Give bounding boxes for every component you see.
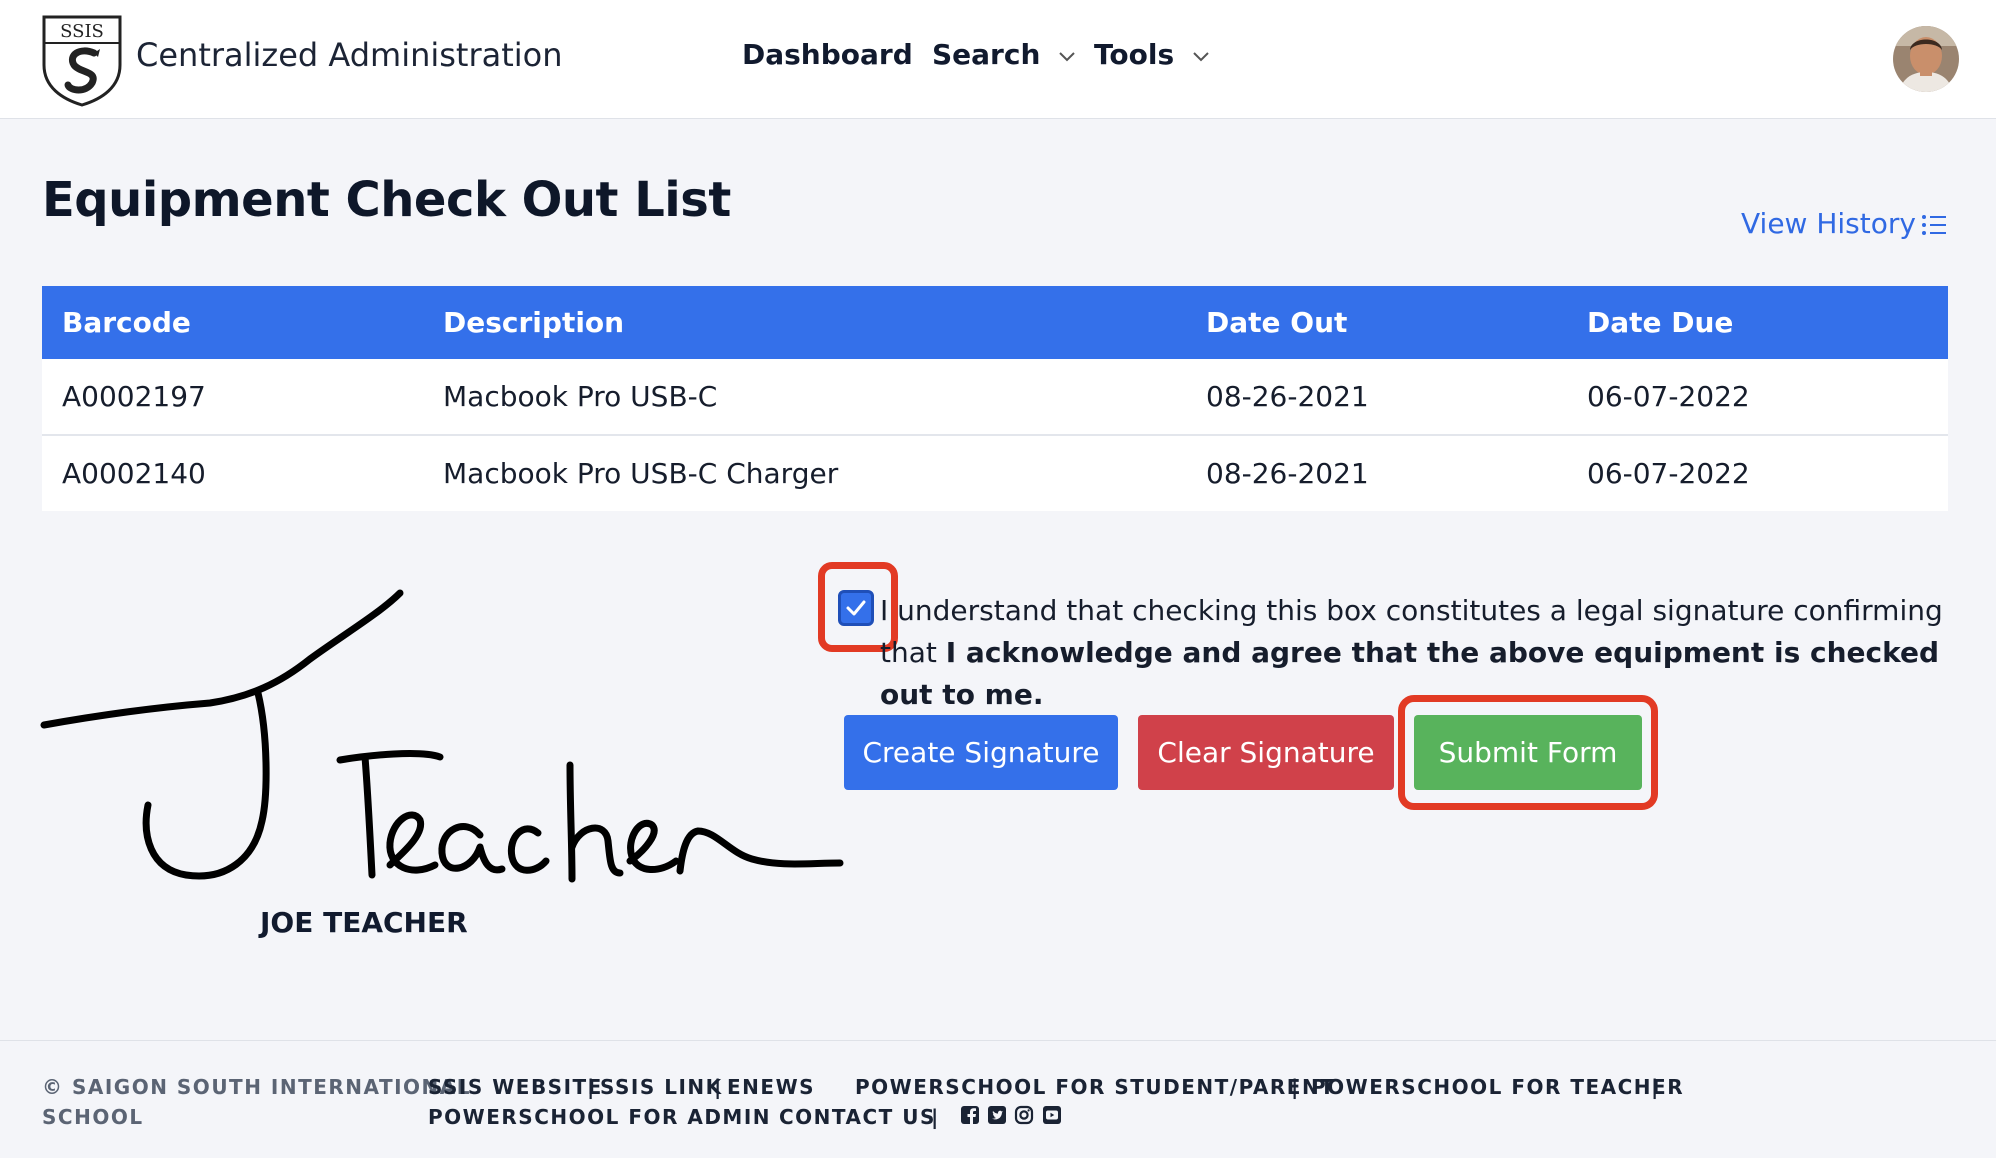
twitter-icon[interactable] xyxy=(987,1105,1007,1125)
nav-tools-label: Tools xyxy=(1094,38,1175,71)
barcode-cell: A0002197 xyxy=(62,380,206,413)
nav-dashboard[interactable]: Dashboard xyxy=(742,38,913,71)
chevron-down-icon xyxy=(1193,52,1209,62)
youtube-icon[interactable] xyxy=(1042,1105,1062,1125)
instagram-icon[interactable] xyxy=(1014,1105,1034,1125)
barcode-cell: A0002140 xyxy=(42,434,423,511)
footer-link-powerschool-teacher[interactable]: POWERSCHOOL FOR TEACHER xyxy=(1311,1075,1684,1099)
footer-separator: | xyxy=(714,1075,722,1099)
user-avatar[interactable] xyxy=(1893,26,1959,92)
signer-name: JOE TEACHER xyxy=(260,906,468,939)
equipment-table: Barcode Description Date Out Date Due A0… xyxy=(42,286,1948,511)
description-cell: Macbook Pro USB-C Charger xyxy=(423,434,1186,511)
table-row: A0002197 Macbook Pro USB-C 08-26-2021 06… xyxy=(42,359,1948,435)
table-row: A0002140 Macbook Pro USB-C Charger 08-26… xyxy=(42,434,1948,511)
page-title: Equipment Check Out List xyxy=(42,172,731,228)
copyright-text-line2: SCHOOL xyxy=(42,1105,144,1129)
date-due-cell: 06-07-2022 xyxy=(1587,380,1750,413)
nav-tools-dropdown[interactable]: Tools xyxy=(1094,38,1210,71)
footer-link-enews[interactable]: ENEWS xyxy=(727,1075,815,1099)
footer-separator: | xyxy=(1651,1075,1659,1099)
date-due-cell: 06-07-2022 xyxy=(1567,434,1948,511)
app-title: Centralized Administration xyxy=(136,36,563,74)
nav-search-dropdown[interactable]: Search xyxy=(932,38,1076,71)
list-icon[interactable] xyxy=(1921,214,1947,236)
footer-link-powerschool-student-parent[interactable]: POWERSCHOOL FOR STUDENT/PARENT xyxy=(855,1075,1335,1099)
footer-link-ssis-link[interactable]: SSIS LINK xyxy=(600,1075,723,1099)
column-header-date-out: Date Out xyxy=(1206,306,1348,339)
ssis-logo[interactable]: SSIS xyxy=(40,13,124,108)
facebook-icon[interactable] xyxy=(960,1105,980,1125)
footer-link-contact-us[interactable]: CONTACT US xyxy=(779,1105,936,1129)
logo-text: SSIS xyxy=(60,21,104,42)
nav-search-label: Search xyxy=(932,38,1041,71)
chevron-down-icon xyxy=(1059,52,1075,62)
create-signature-button[interactable]: Create Signature xyxy=(844,715,1118,790)
table-header-row: Barcode Description Date Out Date Due xyxy=(42,286,1948,359)
nav-dashboard-label: Dashboard xyxy=(742,38,913,71)
footer-separator: | xyxy=(931,1105,939,1129)
clear-signature-button[interactable]: Clear Signature xyxy=(1138,715,1394,790)
column-header-description: Description xyxy=(443,306,625,339)
date-out-cell: 08-26-2021 xyxy=(1206,380,1369,413)
copyright-text: © SAIGON SOUTH INTERNATIONAL xyxy=(42,1075,471,1099)
footer-link-ssis-website[interactable]: SSIS WEBSITE xyxy=(428,1075,603,1099)
page-footer xyxy=(0,1040,1996,1158)
signature-pad[interactable] xyxy=(40,585,845,890)
top-navbar: SSIS Centralized Administration Dashboar… xyxy=(0,0,1996,119)
submit-button-highlight xyxy=(1398,695,1658,810)
column-header-barcode: Barcode xyxy=(62,306,191,339)
view-history-link[interactable]: View History xyxy=(1741,207,1916,240)
column-header-date-due: Date Due xyxy=(1587,306,1734,339)
footer-link-powerschool-admin[interactable]: POWERSCHOOL FOR ADMIN xyxy=(428,1105,771,1129)
description-cell: Macbook Pro USB-C xyxy=(443,380,718,413)
footer-separator: | xyxy=(587,1075,595,1099)
date-out-cell: 08-26-2021 xyxy=(1186,434,1567,511)
footer-separator: | xyxy=(1291,1075,1299,1099)
